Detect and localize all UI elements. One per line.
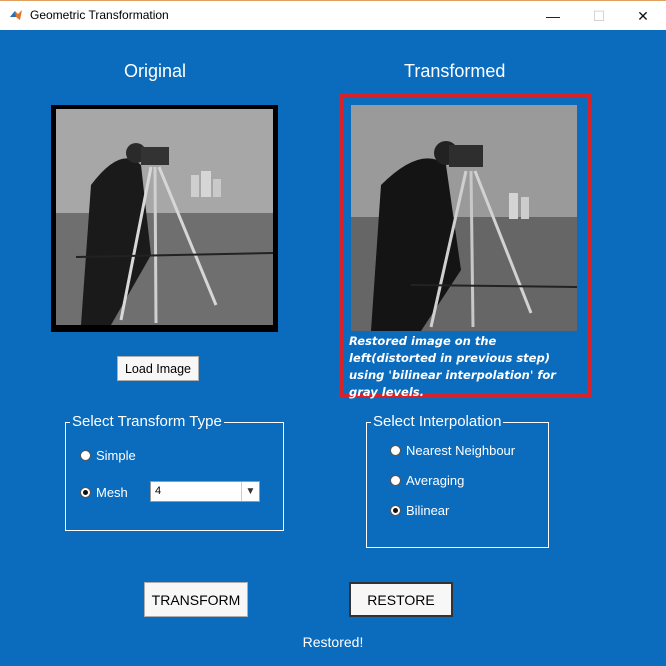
transform-type-group: Select Transform Type: [65, 413, 284, 531]
transform-button[interactable]: TRANSFORM: [144, 582, 248, 617]
status-text: Restored!: [302, 634, 364, 650]
radio-bilinear-label: Bilinear: [406, 503, 450, 518]
mesh-size-value: 4: [155, 485, 162, 497]
radio-circle[interactable]: [390, 445, 401, 456]
restoration-note: Restored image on the left(distorted in …: [349, 334, 556, 399]
close-button[interactable]: ✕: [620, 1, 666, 31]
transform-type-title: Select Transform Type: [70, 413, 224, 431]
radio-mesh-label: Mesh: [96, 485, 128, 500]
chevron-down-icon[interactable]: ▼: [241, 482, 259, 501]
maximize-button[interactable]: ☐: [576, 1, 622, 31]
radio-simple-label: Simple: [96, 448, 136, 463]
original-heading: Original: [124, 61, 187, 81]
radio-nearest-neighbour[interactable]: Nearest Neighbour: [390, 443, 515, 458]
matlab-icon: [10, 10, 22, 20]
radio-bilinear[interactable]: Bilinear: [390, 503, 449, 518]
load-image-button[interactable]: Load Image: [117, 356, 199, 381]
radio-simple[interactable]: Simple: [80, 448, 136, 463]
radio-circle[interactable]: [80, 450, 91, 461]
interpolation-title: Select Interpolation: [371, 413, 504, 431]
radio-circle-selected[interactable]: [80, 487, 91, 498]
radio-mesh[interactable]: Mesh: [80, 485, 128, 500]
original-image: [51, 105, 278, 332]
radio-averaging[interactable]: Averaging: [390, 473, 464, 488]
mesh-size-dropdown[interactable]: 4 ▼: [150, 481, 260, 502]
minimize-button[interactable]: —: [530, 1, 576, 31]
radio-circle[interactable]: [390, 475, 401, 486]
radio-nearest-label: Nearest Neighbour: [406, 443, 516, 458]
transformed-heading: Transformed: [404, 61, 506, 81]
title-bar: Geometric Transformation — ☐ ✕: [0, 0, 666, 30]
restore-button[interactable]: RESTORE: [349, 582, 453, 617]
app-window: Geometric Transformation — ☐ ✕ Original …: [0, 0, 666, 666]
radio-circle-selected[interactable]: [390, 505, 401, 516]
radio-averaging-label: Averaging: [406, 473, 465, 488]
window-title: Geometric Transformation: [30, 8, 169, 22]
